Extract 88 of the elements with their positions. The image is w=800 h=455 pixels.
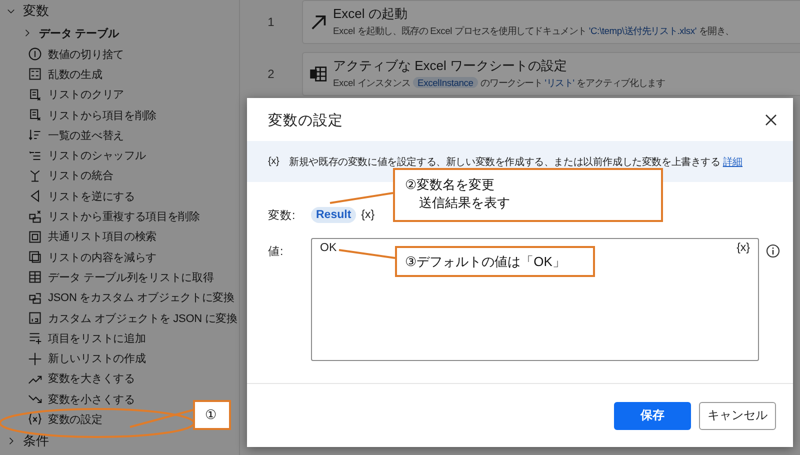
info-text: 新規や既存の変数に値を設定する、新しい変数を作成する、または以前作成した変数を上書きする 詳細 [289,156,742,168]
save-button[interactable]: 保存 [614,402,691,430]
literal-value: 'C:\temp\送付先リスト.xlsx' [588,25,696,36]
callout-text: ②変数名を変更 [405,176,496,194]
action-label: 変数を大きくする [48,372,135,386]
description-text: のワークシート [480,77,544,88]
action-card[interactable]: Excel の起動 Excel を起動し、既存の Excel プロセスを使用してドキュメント 'C:\temp\送付先リスト.xlsx' を開き、 [302,0,800,44]
group-header[interactable]: 変数 [0,0,49,22]
action-label: リストを逆にする [48,190,135,204]
info-icon [766,244,780,258]
action-item[interactable]: 変数の設定 [0,409,102,430]
cancel-button[interactable]: キャンセル [699,402,776,430]
variable-symbol: {x} [268,156,280,167]
grid-icon [28,67,42,82]
close-button[interactable] [765,114,777,126]
variable-token[interactable]: Result [311,207,356,223]
arrow-icon [309,12,327,30]
action-item[interactable]: 新しいリストの作成 [0,348,146,369]
action-item[interactable]: JSON をカスタム オブジェクトに変換 [0,288,234,308]
action-item[interactable]: リストのクリア [0,84,124,105]
shuffle-icon [28,148,42,163]
action-label: 新しいリストの作成 [48,352,146,366]
callout-text: ③デフォルトの値は「OK」 [405,253,566,271]
step-number: 1 [266,15,276,29]
action-item[interactable]: 共通リスト項目の検索 [0,226,157,247]
action-item[interactable]: リストを逆にする [0,186,135,206]
group-label: 条件 [23,432,49,450]
step-number: 2 [266,67,276,81]
callout-text: 送信結果を表す [418,194,511,212]
action-label: 変数を小さくする [48,392,135,407]
field-label: 変数: [268,208,296,222]
action-item[interactable]: 変数を小さくする [0,389,135,410]
action-label: 数値の切り捨て [48,48,124,62]
description-text: を開き、 [698,25,734,36]
action-item[interactable]: リストのシャッフル [0,145,146,166]
field-label: 値: [268,244,284,259]
action-item[interactable]: 変数を大きくする [0,368,135,390]
plus-icon [28,352,42,366]
triangle-icon [28,189,42,204]
action-item[interactable]: リストから重複する項目を削除 [0,206,200,227]
dialog-title: 変数の設定 [268,112,343,130]
action-label: リストの内容を減らす [48,250,157,265]
action-title: アクティブな Excel ワークシートの設定 [333,57,568,75]
sort-icon [28,128,42,142]
action-label: リストのクリア [48,88,124,102]
action-label: 共通リスト項目の検索 [48,230,157,244]
action-label: 乱数の生成 [48,68,102,82]
description-text: Excel を起動し、既存の Excel プロセスを使用してドキュメント [333,25,588,36]
action-item[interactable]: データ テーブル列をリストに取得 [0,267,214,288]
subgroup-label: データ テーブル [39,26,120,40]
action-label: 項目をリストに追加 [48,332,146,346]
action-label: カスタム オブジェクトを JSON に変換 [48,312,238,326]
action-item[interactable]: リストの統合 [0,166,114,186]
variable-icon [28,412,42,426]
action-item[interactable]: リストの内容を減らす [0,246,157,268]
circle-icon [28,47,42,62]
variable-picker[interactable]: {x} [736,242,750,357]
literal-value: 'リスト' [544,77,574,88]
variable-picker[interactable]: {x} [361,209,375,221]
description-text: をアクティブ化します [576,77,665,88]
action-label: リストから項目を削除 [48,108,157,123]
group-label: 変数 [23,2,49,20]
callout-text: ① [205,406,218,424]
action-label: 変数の設定 [48,412,102,427]
spreadsheet-icon [309,64,327,82]
action-item[interactable]: 項目をリストに追加 [0,328,146,348]
details-link[interactable]: 詳細 [722,156,742,168]
action-card[interactable]: アクティブな Excel ワークシートの設定 Excel インスタンス ExcelInstance のワークシート 'リスト' をアクティブ化します [302,52,800,96]
action-item[interactable]: 乱数の生成 [0,64,102,85]
variable-token: ExcelInstance [412,77,478,88]
action-title: Excel の起動 [333,5,408,23]
action-label: リストのシャッフル [48,149,146,164]
action-label: リストの統合 [48,169,114,184]
action-label: リストから重複する項目を削除 [48,210,200,224]
action-label: データ テーブル列をリストに取得 [48,270,214,285]
action-item[interactable]: リストから項目を削除 [0,104,157,126]
action-label: JSON をカスタム オブジェクトに変換 [48,290,234,306]
group-header[interactable]: 条件 [0,430,49,452]
list-add-icon [28,331,42,346]
action-item[interactable]: 一覧の並べ替え [0,125,124,146]
action-item[interactable]: 数値の切り捨て [0,44,124,64]
action-label: 一覧の並べ替え [48,128,124,143]
table-icon [28,270,42,284]
description-text: Excel インスタンス [333,77,412,88]
subgroup-header[interactable]: データ テーブル [0,22,120,44]
action-item[interactable]: カスタム オブジェクトを JSON に変換 [0,308,238,328]
merge-icon [28,168,42,183]
document-icon [28,311,42,325]
